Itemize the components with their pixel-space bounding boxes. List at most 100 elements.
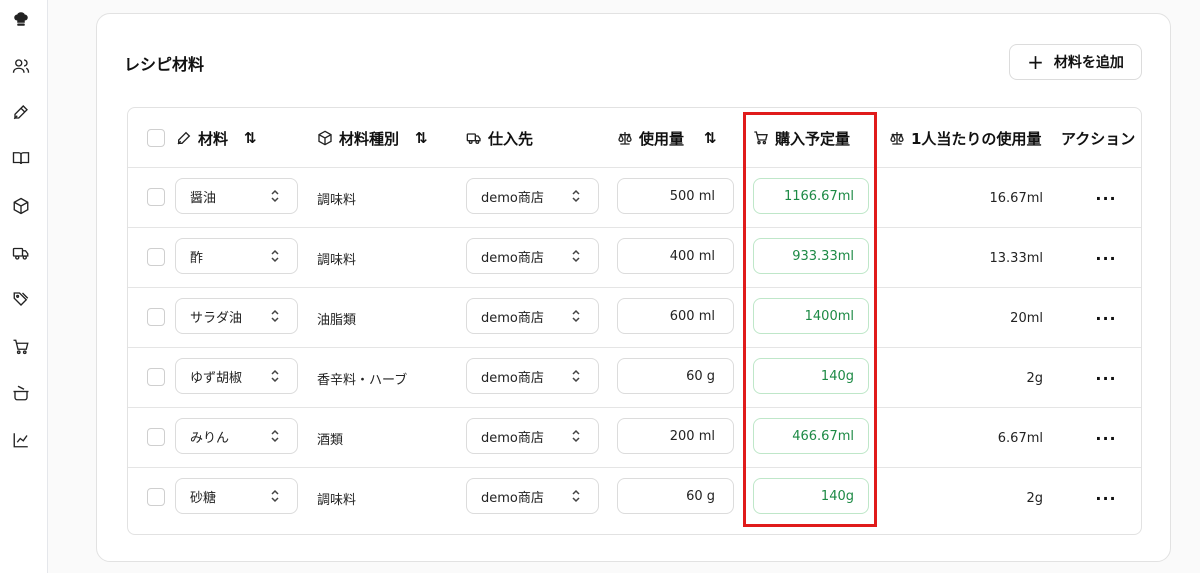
ingredient-select[interactable]: 醤油 bbox=[175, 178, 298, 214]
sort-icon[interactable]: ⇅ bbox=[415, 129, 428, 147]
sidebar bbox=[0, 0, 48, 573]
tags-icon[interactable] bbox=[11, 289, 31, 309]
table-row: みりん 酒類 demo商店 200 ml 466.67ml 6.67ml ··· bbox=[128, 408, 1141, 468]
pen-icon[interactable] bbox=[11, 102, 31, 122]
ingredients-table: 材料 ⇅ 材料種別 ⇅ 仕入先 使用量 ⇅ 購入予定量 1人当たりの使用量 アク… bbox=[127, 107, 1142, 535]
category-text: 調味料 bbox=[317, 252, 357, 268]
usage-input[interactable]: 600 ml bbox=[617, 298, 734, 334]
ingredient-select[interactable]: みりん bbox=[175, 418, 298, 454]
ingredient-select[interactable]: 砂糖 bbox=[175, 478, 298, 514]
table-header: 材料 ⇅ 材料種別 ⇅ 仕入先 使用量 ⇅ 購入予定量 1人当たりの使用量 アク… bbox=[128, 108, 1141, 168]
chef-hat-icon[interactable] bbox=[11, 9, 31, 29]
chevrons-up-down-icon bbox=[271, 189, 279, 203]
category-text: 調味料 bbox=[317, 192, 357, 208]
book-icon[interactable] bbox=[11, 148, 31, 168]
category-text: 油脂類 bbox=[317, 312, 357, 328]
per-person-usage: 20ml bbox=[1010, 310, 1043, 326]
usage-input[interactable]: 60 g bbox=[617, 478, 734, 514]
chevrons-up-down-icon bbox=[572, 429, 580, 443]
chart-icon[interactable] bbox=[11, 430, 31, 450]
per-person-usage: 6.67ml bbox=[997, 430, 1043, 446]
header-per-person: 1人当たりの使用量 bbox=[889, 108, 1041, 168]
ingredient-value: ゆず胡椒 bbox=[190, 370, 243, 386]
table-row: サラダ油 油脂類 demo商店 600 ml 1400ml 20ml ··· bbox=[128, 288, 1141, 348]
supplier-select[interactable]: demo商店 bbox=[466, 238, 599, 274]
per-person-usage: 2g bbox=[1026, 370, 1043, 386]
header-per-person-label: 1人当たりの使用量 bbox=[911, 129, 1042, 148]
per-person-usage: 2g bbox=[1026, 490, 1043, 506]
add-ingredient-label: 材料を追加 bbox=[1053, 55, 1124, 71]
header-category[interactable]: 材料種別 ⇅ bbox=[317, 108, 428, 168]
scale-icon bbox=[890, 132, 904, 145]
usage-input[interactable]: 500 ml bbox=[617, 178, 734, 214]
chevrons-up-down-icon bbox=[572, 249, 580, 263]
chevrons-up-down-icon bbox=[271, 309, 279, 323]
sort-icon[interactable]: ⇅ bbox=[704, 129, 717, 147]
usage-input[interactable]: 60 g bbox=[617, 358, 734, 394]
header-ingredient[interactable]: 材料 ⇅ bbox=[176, 108, 257, 168]
chevrons-up-down-icon bbox=[572, 309, 580, 323]
supplier-select[interactable]: demo商店 bbox=[466, 298, 599, 334]
header-usage[interactable]: 使用量 ⇅ bbox=[617, 108, 717, 168]
supplier-select[interactable]: demo商店 bbox=[466, 418, 599, 454]
table-row: 醤油 調味料 demo商店 500 ml 1166.67ml 16.67ml ·… bbox=[128, 168, 1141, 228]
box-icon bbox=[318, 130, 332, 146]
header-supplier-label: 仕入先 bbox=[488, 129, 534, 148]
ingredient-value: 酢 bbox=[190, 250, 204, 266]
ingredient-select[interactable]: 酢 bbox=[175, 238, 298, 274]
row-checkbox[interactable] bbox=[147, 488, 165, 506]
recipe-ingredients-card: レシピ材料 + 材料を追加 材料 ⇅ 材料種別 ⇅ 仕入先 使用量 ⇅ 購入予定… bbox=[96, 13, 1171, 562]
add-ingredient-button[interactable]: + 材料を追加 bbox=[1009, 44, 1142, 80]
sort-icon[interactable]: ⇅ bbox=[244, 129, 257, 147]
chevrons-up-down-icon bbox=[271, 489, 279, 503]
chevrons-up-down-icon bbox=[572, 489, 580, 503]
row-checkbox[interactable] bbox=[147, 308, 165, 326]
pen-icon bbox=[177, 131, 191, 145]
more-actions-button[interactable]: ··· bbox=[1094, 348, 1118, 408]
more-actions-button[interactable]: ··· bbox=[1094, 468, 1118, 528]
ingredient-select[interactable]: サラダ油 bbox=[175, 298, 298, 334]
per-person-usage: 16.67ml bbox=[989, 190, 1044, 206]
more-actions-button[interactable]: ··· bbox=[1094, 408, 1118, 468]
users-icon[interactable] bbox=[11, 56, 31, 76]
usage-input[interactable]: 200 ml bbox=[617, 418, 734, 454]
supplier-value: demo商店 bbox=[481, 310, 544, 326]
truck-icon bbox=[466, 133, 481, 144]
planned-purchase-highlight bbox=[743, 112, 877, 527]
more-actions-button[interactable]: ··· bbox=[1094, 228, 1118, 288]
box-icon[interactable] bbox=[11, 196, 31, 216]
supplier-value: demo商店 bbox=[481, 490, 544, 506]
supplier-value: demo商店 bbox=[481, 370, 544, 386]
cart-icon[interactable] bbox=[11, 337, 31, 357]
supplier-select[interactable]: demo商店 bbox=[466, 178, 599, 214]
usage-input[interactable]: 400 ml bbox=[617, 238, 734, 274]
supplier-select[interactable]: demo商店 bbox=[466, 478, 599, 514]
table-row: 酢 調味料 demo商店 400 ml 933.33ml 13.33ml ··· bbox=[128, 228, 1141, 288]
row-checkbox[interactable] bbox=[147, 368, 165, 386]
cooking-pot-icon[interactable] bbox=[11, 383, 31, 403]
more-actions-button[interactable]: ··· bbox=[1094, 288, 1118, 348]
supplier-select[interactable]: demo商店 bbox=[466, 358, 599, 394]
table-row: ゆず胡椒 香辛料・ハーブ demo商店 60 g 140g 2g ··· bbox=[128, 348, 1141, 408]
row-checkbox[interactable] bbox=[147, 248, 165, 266]
ingredient-value: サラダ油 bbox=[190, 310, 243, 326]
select-all-checkbox[interactable] bbox=[147, 129, 165, 147]
card-title: レシピ材料 bbox=[124, 55, 205, 74]
category-text: 酒類 bbox=[317, 432, 344, 448]
category-text: 香辛料・ハーブ bbox=[317, 372, 408, 388]
plus-icon: + bbox=[1027, 50, 1044, 74]
supplier-value: demo商店 bbox=[481, 190, 544, 206]
chevrons-up-down-icon bbox=[271, 249, 279, 263]
row-checkbox[interactable] bbox=[147, 188, 165, 206]
chevrons-up-down-icon bbox=[271, 429, 279, 443]
header-category-label: 材料種別 bbox=[339, 129, 400, 148]
ingredient-select[interactable]: ゆず胡椒 bbox=[175, 358, 298, 394]
chevrons-up-down-icon bbox=[271, 369, 279, 383]
header-ingredient-label: 材料 bbox=[198, 129, 229, 148]
row-checkbox[interactable] bbox=[147, 428, 165, 446]
scale-icon bbox=[618, 132, 632, 145]
header-action-label: アクション bbox=[1061, 129, 1136, 148]
supplier-value: demo商店 bbox=[481, 250, 544, 266]
more-actions-button[interactable]: ··· bbox=[1094, 168, 1118, 228]
truck-icon[interactable] bbox=[11, 243, 31, 263]
